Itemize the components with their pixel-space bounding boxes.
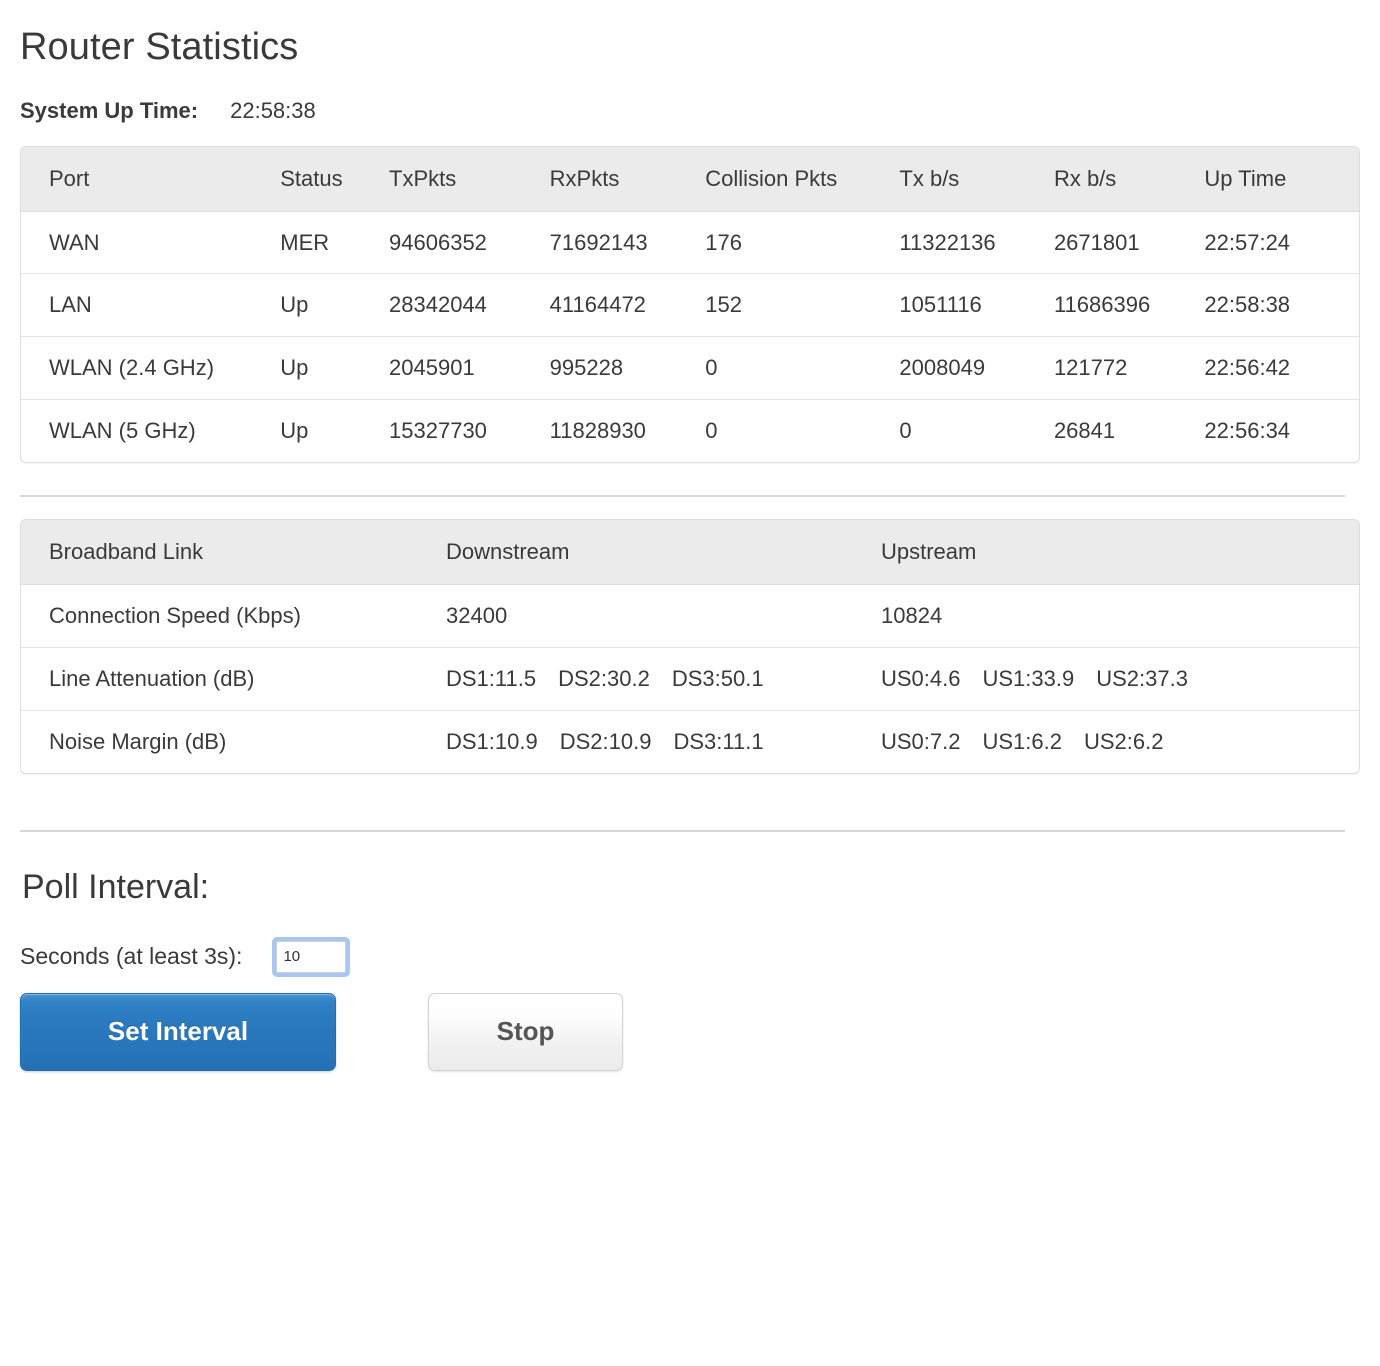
column-header-txbs: Tx b/s: [899, 146, 1054, 212]
cell-collision: 0: [705, 418, 718, 444]
cell-txpkts: 28342044: [389, 273, 550, 338]
metric-value: DS1:11.5: [446, 665, 537, 691]
column-header-broadband-link: Broadband Link: [21, 520, 446, 586]
cell-status: MER: [280, 211, 390, 275]
table-header-row: Port Status TxPkts RxPkts Collision Pkts…: [21, 146, 1359, 212]
table-row: Connection Speed (Kbps) 32400 10824: [21, 584, 1359, 648]
column-header-status: Status: [280, 146, 390, 212]
table-header-row: Broadband Link Downstream Upstream: [21, 520, 1359, 586]
poll-interval-title: Poll Interval:: [22, 867, 210, 906]
system-uptime: System Up Time: 22:58:38: [20, 98, 1360, 124]
port-statistics-body: WAN MER 94606352 71692143 176 11322136 2…: [21, 211, 1359, 462]
cell-uptime: 22:57:24: [1204, 211, 1359, 275]
cell-metric-name: Noise Margin (dB): [49, 728, 227, 754]
page-title: Router Statistics: [20, 26, 299, 68]
cell-rxpkts: 995228: [549, 336, 706, 401]
section-divider-2: [20, 829, 1345, 832]
table-row: WLAN (2.4 GHz) Up 2045901 995228 0 20080…: [21, 336, 1359, 401]
poll-interval-row: Seconds (at least 3s):: [20, 940, 1360, 973]
cell-txpkts: 94606352: [389, 211, 550, 275]
metric-value: US2:6.2: [1084, 728, 1164, 754]
column-header-collision: Collision Pkts: [705, 146, 900, 212]
metric-value: US0:7.2: [881, 728, 961, 754]
cell-txbs: 1051116: [899, 273, 1054, 338]
port-statistics-table: Port Status TxPkts RxPkts Collision Pkts…: [21, 146, 1359, 462]
broadband-link-table: Broadband Link Downstream Upstream Conne…: [21, 520, 1359, 773]
cell-rxpkts: 71692143: [549, 211, 706, 275]
column-header-uptime: Up Time: [1204, 146, 1359, 212]
section-divider-1: [20, 495, 1345, 498]
poll-interval-buttons: Set Interval Stop: [20, 992, 1360, 1071]
column-header-txpkts: TxPkts: [389, 146, 550, 212]
table-row: Line Attenuation (dB) DS1:11.5 DS2:30.2 DS…: [21, 647, 1359, 711]
cell-collision: 176: [705, 211, 900, 275]
cell-metric-name: Connection Speed (Kbps): [21, 584, 446, 648]
metric-value: US1:33.9: [982, 665, 1075, 691]
cell-uptime: 22:56:34: [1204, 418, 1291, 444]
cell-port: LAN: [21, 273, 281, 338]
column-header-port: Port: [21, 146, 281, 212]
column-header-downstream: Downstream: [446, 520, 881, 586]
seconds-label: Seconds (at least 3s):: [20, 943, 243, 970]
cell-port: WLAN (5 GHz): [49, 418, 196, 444]
metric-value: DS3:50.1: [671, 665, 764, 691]
metric-value: DS2:10.9: [559, 728, 652, 754]
system-uptime-label: System Up Time:: [20, 97, 199, 123]
cell-txpkts: 15327730: [389, 418, 487, 444]
cell-downstream: DS1:11.5 DS2:30.2 DS3:50.1: [446, 647, 881, 711]
metric-value: DS2:30.2: [558, 665, 650, 691]
metric-value: DS1:10.9: [446, 728, 538, 754]
table-row: WAN MER 94606352 71692143 176 11322136 2…: [21, 211, 1359, 275]
cell-upstream: US0:4.6 US1:33.9 US2:37.3: [881, 647, 1359, 711]
cell-downstream: 32400: [446, 584, 881, 648]
cell-upstream: 10824: [881, 584, 1359, 648]
metric-value: 10824: [881, 603, 943, 629]
metric-value: US2:37.3: [1096, 665, 1188, 691]
cell-metric-name: Line Attenuation (dB): [21, 647, 446, 711]
broadband-link-panel: Broadband Link Downstream Upstream Conne…: [20, 519, 1360, 774]
table-row: Noise Margin (dB) DS1:10.9 DS2:10.9 DS3:11…: [21, 710, 1359, 772]
table-row: WLAN (5 GHz) Up 15327730 11828930 0 0 26…: [21, 400, 1359, 462]
cell-rxbs: 2671801: [1053, 211, 1205, 275]
system-uptime-value: 22:58:38: [230, 97, 316, 123]
column-header-rxbs: Rx b/s: [1053, 146, 1205, 212]
metric-value: US1:6.2: [982, 728, 1063, 754]
cell-status: Up: [280, 418, 309, 444]
column-header-upstream: Upstream: [881, 520, 1359, 586]
metric-value: US0:4.6: [881, 665, 961, 691]
cell-rxpkts: 11828930: [549, 418, 646, 444]
cell-status: Up: [280, 336, 390, 401]
cell-rxpkts: 41164472: [549, 273, 706, 338]
cell-port: WAN: [21, 211, 281, 275]
cell-status: Up: [280, 273, 390, 338]
cell-downstream: DS1:10.9 DS2:10.9 DS3:11.1: [446, 710, 881, 772]
cell-uptime: 22:56:42: [1204, 336, 1359, 401]
cell-collision: 0: [705, 336, 900, 401]
cell-txbs: 11322136: [899, 211, 1054, 275]
cell-rxbs: 121772: [1053, 336, 1205, 401]
stop-button[interactable]: Stop: [428, 992, 623, 1071]
router-statistics-page: Router Statistics System Up Time: 22:58:3…: [0, 0, 1380, 1071]
cell-rxbs: 26841: [1053, 418, 1116, 444]
seconds-input[interactable]: [276, 940, 347, 973]
cell-txpkts: 2045901: [389, 336, 550, 401]
cell-txbs: 2008049: [899, 336, 1054, 401]
cell-txbs: 0: [899, 418, 912, 444]
metric-value: 32400: [446, 603, 508, 629]
column-header-rxpkts: RxPkts: [549, 146, 706, 212]
cell-uptime: 22:58:38: [1204, 273, 1359, 338]
table-row: LAN Up 28342044 41164472 152 1051116 116…: [21, 273, 1359, 338]
set-interval-button[interactable]: Set Interval: [20, 992, 336, 1071]
cell-collision: 152: [705, 273, 900, 338]
port-statistics-panel: Port Status TxPkts RxPkts Collision Pkts…: [20, 145, 1360, 464]
cell-rxbs: 11686396: [1053, 273, 1205, 338]
metric-value: DS3:11.1: [673, 728, 764, 754]
cell-upstream: US0:7.2 US1:6.2 US2:6.2: [881, 710, 1359, 772]
cell-port: WLAN (2.4 GHz): [21, 336, 281, 401]
broadband-link-body: Connection Speed (Kbps) 32400 10824 Line…: [21, 584, 1359, 773]
